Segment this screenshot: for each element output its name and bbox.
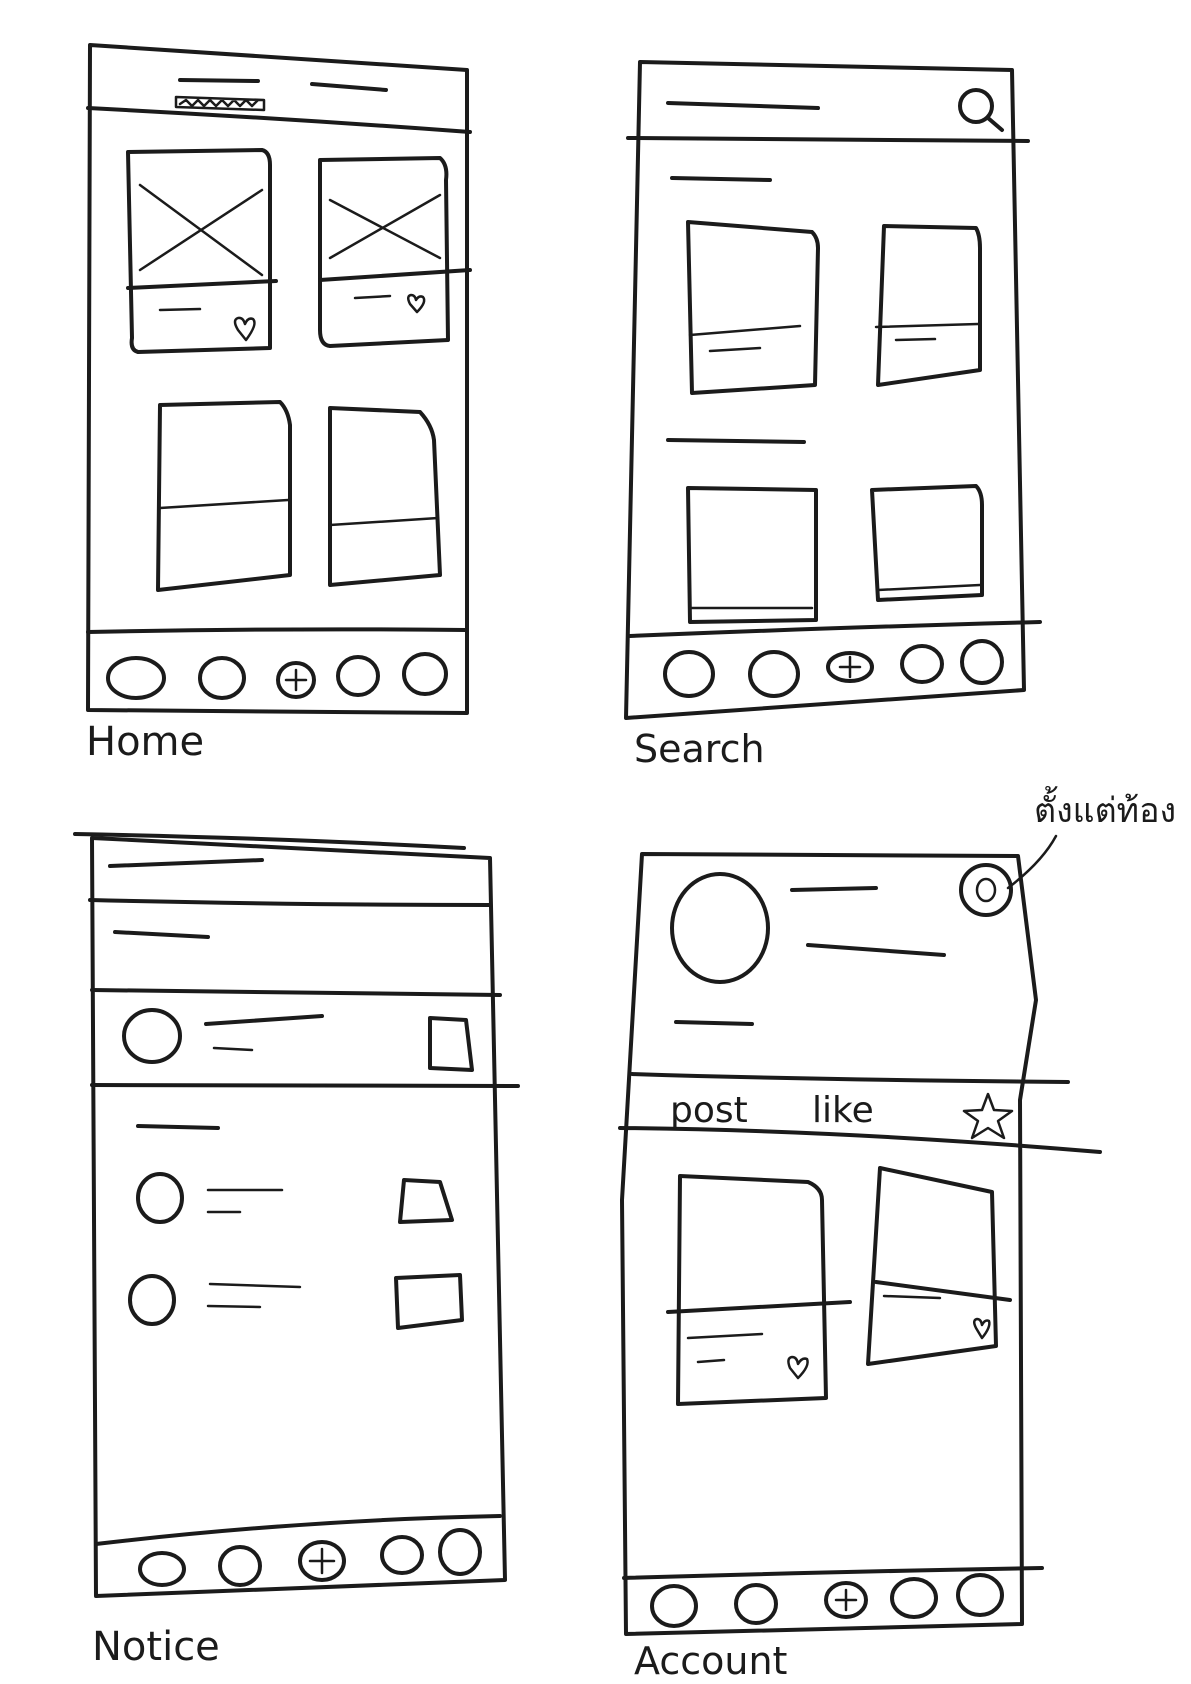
tab-post[interactable]: post [670,1090,748,1131]
image-placeholder [138,183,264,277]
notice-phone-frame [90,836,507,1598]
search-result-card[interactable] [686,486,818,624]
notice-wireframe: Notice [73,832,520,1670]
account-wireframe: ตั้งแต่ท้อง post like Account [618,786,1176,1683]
home-tab-following [178,78,260,83]
nav-search-icon[interactable] [748,650,800,698]
notice-title [108,858,264,868]
nav-account-icon[interactable] [402,652,448,696]
home-post-card[interactable] [156,400,292,592]
home-header-divider [86,106,472,134]
notice-header-divider [88,898,492,907]
nav-home-icon[interactable] [138,1551,186,1587]
notice-list-item[interactable] [136,1172,454,1224]
search-icon[interactable] [958,88,1004,132]
account-screen-caption: Account [634,1639,787,1683]
nav-search-icon[interactable] [198,656,246,700]
nav-home-icon[interactable] [106,656,166,700]
notice-bottom-nav [94,1514,502,1587]
heart-icon[interactable] [233,316,256,342]
nav-search-icon[interactable] [218,1545,262,1587]
profile-name [790,886,878,892]
notice-screen-caption: Notice [92,1624,220,1670]
tab-like[interactable]: like [812,1090,874,1131]
home-bottom-nav [86,627,468,700]
nav-account-icon[interactable] [960,639,1004,685]
nav-home-icon[interactable] [663,650,715,698]
home-post-card[interactable] [328,406,442,587]
account-bottom-nav [622,1566,1044,1628]
search-title [666,101,820,110]
nav-account-icon[interactable] [438,1528,482,1576]
home-tab-foryou [310,82,388,92]
avatar [128,1274,176,1326]
nav-notice-icon[interactable] [380,1535,424,1575]
account-post-card[interactable] [666,1174,852,1406]
profile-bio [806,943,946,957]
heart-icon[interactable] [787,1355,809,1380]
nav-account-icon[interactable] [956,1573,1004,1617]
home-active-tab-indicator [174,95,266,112]
notice-highlight-row[interactable] [90,988,520,1088]
section-heading [666,438,806,444]
avatar [122,1008,182,1064]
heart-icon[interactable] [407,293,426,314]
annotation-arrow [1006,834,1058,890]
settings-icon[interactable] [959,863,1013,917]
search-result-card[interactable] [870,484,984,602]
post-thumbnail [428,1016,474,1072]
profile-avatar [670,872,770,984]
post-thumbnail [394,1273,464,1330]
profile-stat [674,1020,754,1026]
nav-notice-icon[interactable] [900,644,944,684]
home-post-card[interactable] [126,148,278,354]
section-heading [136,1124,220,1130]
wireframe-sketch-sheet: Home Search Notice ตั้งแต่ท้อง post like… [73,43,1176,1683]
nav-home-icon[interactable] [650,1584,698,1628]
nav-search-icon[interactable] [734,1583,778,1625]
post-thumbnail [398,1178,454,1224]
avatar [136,1172,184,1224]
home-wireframe: Home [86,43,472,765]
search-bottom-nav [628,620,1042,698]
section-heading [670,176,772,182]
notice-list-item[interactable] [128,1273,464,1330]
account-post-card[interactable] [866,1166,1012,1366]
section-heading [113,930,210,939]
home-phone-frame [86,43,469,715]
settings-annotation: ตั้งแต่ท้อง [1034,786,1176,831]
search-result-card[interactable] [874,224,982,387]
search-result-card[interactable] [686,220,820,395]
home-post-card[interactable] [318,156,472,348]
account-phone-frame [620,852,1038,1636]
search-wireframe: Search [624,60,1042,771]
heart-icon[interactable] [973,1317,991,1340]
search-header-divider [626,136,1030,143]
search-phone-frame [624,60,1026,720]
nav-notice-icon[interactable] [336,655,380,697]
image-placeholder [328,193,442,260]
star-icon[interactable] [962,1092,1014,1140]
home-screen-caption: Home [86,719,204,765]
nav-notice-icon[interactable] [890,1577,938,1619]
account-tab-bar: post like [618,1072,1102,1154]
search-screen-caption: Search [634,727,765,771]
